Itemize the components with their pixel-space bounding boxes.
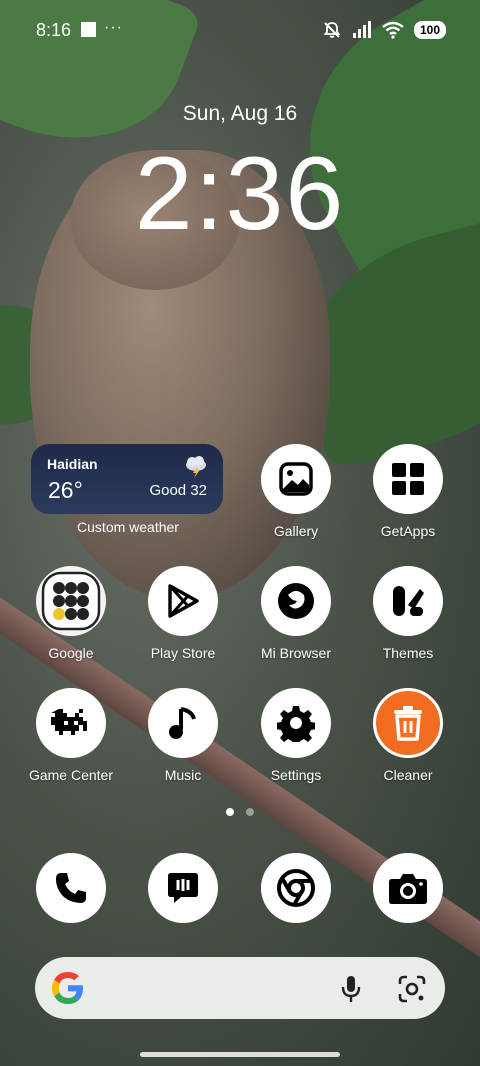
chrome-icon <box>277 869 315 907</box>
status-time: 8:16 <box>36 20 72 40</box>
app-gamecenter[interactable]: Game Center <box>16 688 126 783</box>
gallery-icon <box>279 462 313 496</box>
app-playstore[interactable]: Play Store <box>128 566 238 661</box>
app-label: Gallery <box>273 523 319 539</box>
page-indicator <box>0 808 480 816</box>
google-logo-icon <box>52 972 83 1004</box>
app-getapps[interactable]: GetApps <box>353 444 463 539</box>
gesture-navigation-bar[interactable] <box>140 1052 340 1057</box>
mi-browser-icon <box>278 583 314 619</box>
dock-camera[interactable] <box>353 853 463 923</box>
app-label: Settings <box>270 767 322 783</box>
app-themes[interactable]: Themes <box>353 566 463 661</box>
dock-phone[interactable] <box>16 853 126 923</box>
getapps-icon <box>392 463 424 495</box>
app-label: Cleaner <box>383 767 433 783</box>
weather-widget[interactable]: Haidian 26° Good 32 <box>31 444 223 514</box>
dock-messages[interactable] <box>128 853 238 923</box>
google-folder-icon <box>41 571 101 631</box>
app-label: Music <box>164 767 202 783</box>
themes-icon <box>393 586 424 616</box>
lockscreen-date: Sun, Aug 16 <box>182 102 298 125</box>
camera-icon <box>389 874 427 904</box>
gear-icon <box>277 706 315 742</box>
app-mibrowser[interactable]: Mi Browser <box>241 566 351 661</box>
microphone-icon[interactable] <box>339 974 363 1004</box>
trash-icon <box>394 706 422 741</box>
wifi-icon <box>382 21 404 39</box>
thunderstorm-icon <box>186 456 206 478</box>
status-bar: 8:16 ··· 100 <box>0 0 480 60</box>
app-label: GetApps <box>380 523 436 539</box>
battery-icon: 100 <box>413 21 446 39</box>
air-quality: Good 32 <box>149 482 207 499</box>
dock-chrome[interactable] <box>241 853 351 923</box>
app-google-folder[interactable]: Google <box>16 566 126 661</box>
app-music[interactable]: Music <box>128 688 238 783</box>
weather-widget-label: Custom weather <box>77 519 179 535</box>
app-label: Themes <box>382 645 434 661</box>
google-lens-icon[interactable] <box>397 974 427 1004</box>
silent-icon <box>323 22 341 38</box>
app-gallery[interactable]: Gallery <box>241 444 351 539</box>
phone-icon <box>56 873 86 903</box>
game-center-icon <box>51 709 87 735</box>
music-note-icon <box>169 707 196 739</box>
signal-icon <box>352 21 371 38</box>
app-label: Play Store <box>150 645 216 661</box>
app-settings[interactable]: Settings <box>241 688 351 783</box>
messages-icon <box>168 873 198 903</box>
play-store-icon <box>168 584 199 618</box>
weather-temperature: 26° <box>48 477 83 503</box>
clock-widget[interactable]: 2:36 <box>0 134 480 254</box>
app-label: Game Center <box>28 767 114 783</box>
app-label: Google <box>48 645 94 661</box>
notification-icon <box>81 22 96 37</box>
page-dot-2[interactable] <box>246 808 254 816</box>
page-dot-1[interactable] <box>226 808 234 816</box>
more-notifications-icon: ··· <box>104 19 123 36</box>
app-cleaner[interactable]: Cleaner <box>353 688 463 783</box>
app-label: Mi Browser <box>260 645 331 661</box>
google-search-bar[interactable] <box>35 957 445 1019</box>
